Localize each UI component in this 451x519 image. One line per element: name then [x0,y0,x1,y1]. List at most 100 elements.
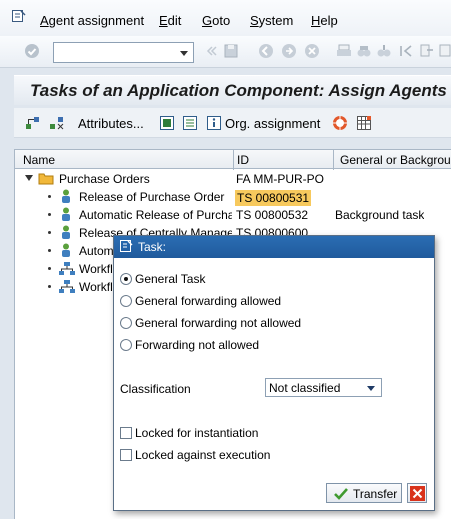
find-icon[interactable] [356,43,372,59]
refresh-icon[interactable] [159,115,175,131]
tree-root-row[interactable]: Purchase Orders FA MM-PUR-PO [15,170,451,188]
column-divider[interactable] [333,150,334,170]
double-left-icon [206,46,217,56]
checkbox-locked-instantiation[interactable] [120,427,132,439]
menu-mnemonic: E [159,13,168,28]
option-label: General forwarding not allowed [135,316,302,330]
chevron-down-icon[interactable] [367,386,375,391]
tree-bullet [48,285,51,288]
workflow-icon [59,262,75,275]
dialog-title-bar[interactable]: Task: [114,236,434,258]
task-person-icon [62,225,70,239]
chevron-down-icon[interactable] [180,51,188,56]
page-title: Tasks of an Application Component: Assig… [30,81,447,100]
option-label: General forwarding allowed [135,294,282,308]
task-person-icon [62,189,70,203]
save-icon[interactable] [223,43,239,59]
column-header-id[interactable]: ID [237,153,249,167]
option-label: General Task [135,272,206,286]
classification-select[interactable]: Not classified [265,378,382,397]
menu-mnemonic: H [311,13,321,28]
menu-label: oto [212,13,231,28]
application-toolbar: Attributes... Org. assignment [14,108,451,138]
checkbox-label: Locked for instantiation [135,426,259,440]
tree-header: Name ID General or Background [15,149,451,170]
info-icon[interactable] [206,115,222,131]
checkmark-icon [334,488,348,500]
org-assignment-button[interactable]: Org. assignment [225,116,320,131]
menu-bar: Agent assignment Edit Goto System Help [0,0,451,36]
column-header-name[interactable]: Name [23,153,55,167]
tree-item-label: Workflow [79,280,113,294]
exit-icon[interactable] [281,43,297,59]
classification-label: Classification [120,382,191,396]
menu-label: gent assignment [48,13,145,28]
target-icon[interactable] [332,115,348,131]
menu-mnemonic: G [202,13,213,28]
back-icon[interactable] [258,43,274,59]
option-label: Forwarding not allowed [135,338,260,352]
menu-help[interactable]: Help [311,13,338,28]
enter-check-icon[interactable] [24,43,40,59]
tree-item-label: Release of Purchase Order [79,190,225,204]
menu-mnemonic: S [250,13,259,28]
cancel-button[interactable] [407,483,427,503]
transfer-button[interactable]: Transfer [326,483,402,503]
menu-mnemonic: A [40,13,49,28]
tree-bullet [48,213,51,216]
edit-window-icon [120,240,133,252]
previous-page-icon[interactable] [418,43,434,59]
transfer-label: Transfer [353,487,398,501]
menu-agent-assignment[interactable]: Agent assignment [40,13,144,28]
next-page-icon[interactable] [438,43,451,59]
tree-item-label: Purchase Orders [59,172,150,186]
tree-item-id: FA MM-PUR-PO [236,172,325,186]
first-page-icon[interactable] [398,43,414,59]
menu-system[interactable]: System [250,13,293,28]
dialog-title: Task: [138,240,167,254]
details-icon[interactable] [182,115,198,131]
tree-item-label: Automatic [79,244,113,258]
tree-row[interactable]: Release of Purchase Order TS 00800531 [15,188,451,206]
menu-label: dit [167,13,182,28]
expand-triangle-icon[interactable] [25,175,33,181]
task-person-icon [62,207,70,221]
menu-list-icon[interactable] [12,10,26,23]
task-dialog: Task: General Task General forwarding al… [113,235,435,511]
attributes-button[interactable]: Attributes... [78,116,144,131]
radio-no-forwarding[interactable] [120,339,132,351]
cancel-icon[interactable] [304,43,320,59]
spreadsheet-icon[interactable] [356,115,372,131]
radio-forwarding-allowed[interactable] [120,295,132,307]
tree-item-id: TS 00800531 [235,190,312,206]
task-person-icon [62,243,70,257]
tree-bullet [48,231,51,234]
menu-goto[interactable]: Goto [202,13,230,28]
tree-row[interactable]: Automatic Release of Purchase Order TS 0… [15,206,451,224]
expand-tree-icon[interactable] [25,115,41,131]
find-next-icon[interactable] [376,43,392,59]
checkbox-label: Locked against execution [135,448,271,462]
tree-item-type: Background task [335,208,425,222]
menu-label: ystem [258,13,294,28]
tree-bullet [48,267,51,270]
tree-bullet [48,195,51,198]
menu-label: elp [320,13,338,28]
collapse-tree-icon[interactable] [49,115,65,131]
tree-item-label: Automatic Release of Purchase Order [79,208,232,222]
screen-title-bar: Tasks of an Application Component: Assig… [14,75,451,105]
tree-item-id: TS 00800532 [236,208,309,222]
radio-general-task[interactable] [120,273,132,285]
print-icon[interactable] [336,43,352,59]
column-divider[interactable] [233,150,234,170]
menu-edit[interactable]: Edit [159,13,181,28]
close-icon [410,486,425,501]
command-field[interactable] [53,42,194,63]
folder-open-icon [38,173,54,185]
column-header-type[interactable]: General or Background [340,153,451,167]
checkbox-locked-execution[interactable] [120,449,132,461]
tree-item-label: Workflow [79,262,113,276]
standard-toolbar [0,36,451,68]
classification-value: Not classified [269,381,341,395]
radio-forwarding-not-allowed[interactable] [120,317,132,329]
